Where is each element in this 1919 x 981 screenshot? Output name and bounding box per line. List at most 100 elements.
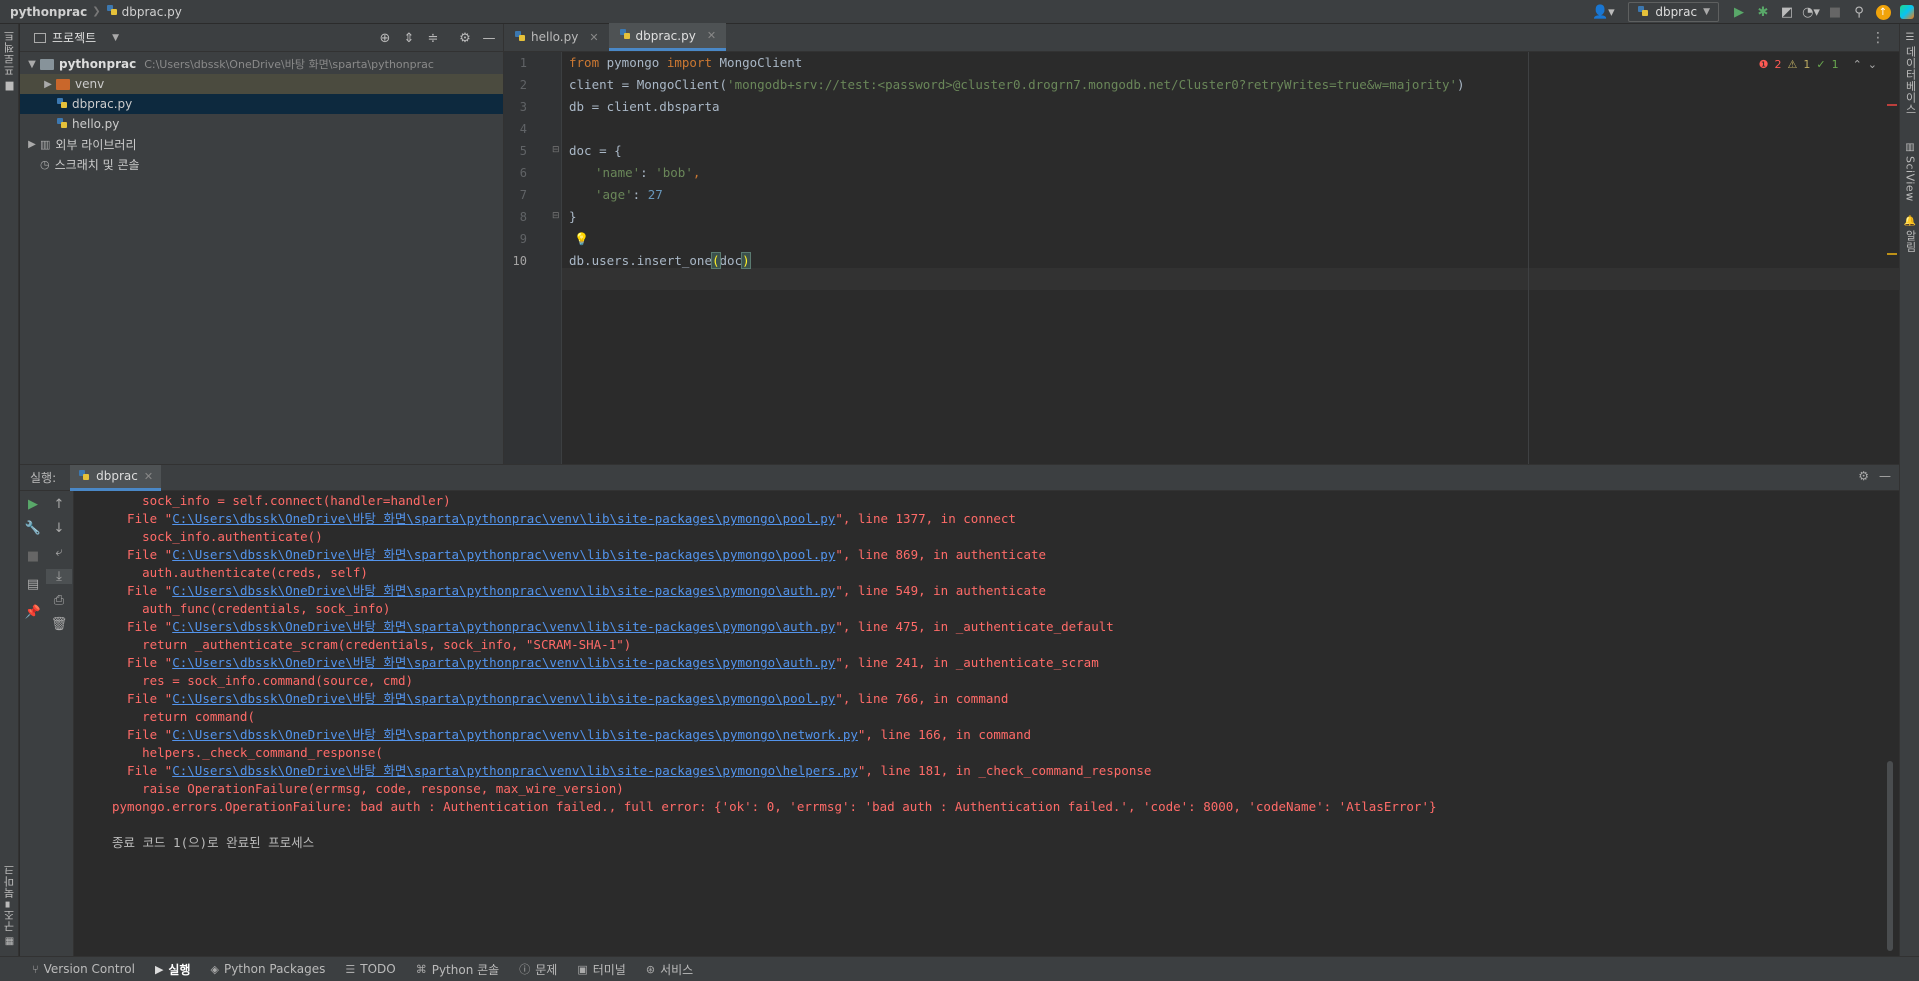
update-icon[interactable]: ↑ — [1871, 0, 1895, 24]
folder-icon: ▆ — [5, 80, 14, 91]
fold-icon[interactable]: ⊟ — [552, 145, 560, 155]
editor-scrollbar[interactable] — [1885, 52, 1899, 464]
console-exit-line: 종료 코드 1(으)로 완료된 프로세스 — [112, 835, 315, 850]
run-config-selector[interactable]: dbprac ▼ — [1628, 2, 1719, 22]
tree-item-scratches[interactable]: ◷ 스크래치 및 콘솔 — [20, 154, 503, 174]
library-icon: ▥ — [40, 137, 51, 151]
python-packages-button[interactable]: ◈ Python Packages — [211, 962, 326, 976]
chevron-right-icon[interactable]: ▶ — [40, 79, 56, 90]
pin-icon[interactable]: 📌 — [20, 605, 46, 620]
close-icon[interactable]: ✕ — [707, 29, 716, 42]
structure-tool-tab[interactable]: 구조 ▦ — [0, 909, 19, 947]
file-link[interactable]: C:\Users\dbssk\OneDrive\바탕 화면\sparta\pyt… — [172, 763, 858, 778]
file-link[interactable]: C:\Users\dbssk\OneDrive\바탕 화면\sparta\pyt… — [172, 655, 835, 670]
version-control-button[interactable]: ⑂ Version Control — [32, 962, 135, 976]
line-number: 1 — [519, 56, 527, 70]
soft-wrap-icon[interactable]: ⤶ — [46, 545, 72, 560]
tab-dbprac-py[interactable]: dbprac.py ✕ — [608, 23, 727, 51]
lightbulb-icon[interactable]: 💡 — [574, 232, 589, 246]
project-panel-title[interactable]: 프로젝트 — [52, 29, 96, 46]
expand-all-icon[interactable]: ⇕ — [399, 28, 419, 48]
python-console-button[interactable]: ⌘ Python 콘솔 — [416, 961, 500, 978]
problems-button[interactable]: ⓘ 문제 — [519, 961, 557, 978]
collapse-all-icon[interactable]: ≑ — [423, 28, 443, 48]
layout-icon[interactable]: ▤ — [20, 577, 46, 592]
gear-icon[interactable]: ⚙ — [1858, 469, 1869, 483]
services-button[interactable]: ⊛ 서비스 — [646, 961, 693, 978]
profile-icon[interactable]: ◔▾ — [1799, 0, 1823, 24]
notifications-tool-tab[interactable]: 🔔 알림 — [1900, 216, 1919, 253]
chevron-down-icon[interactable]: ⌄ — [1868, 58, 1877, 71]
minimize-icon[interactable]: — — [479, 28, 499, 48]
file-link[interactable]: C:\Users\dbssk\OneDrive\바탕 화면\sparta\pyt… — [172, 619, 835, 634]
rerun-icon[interactable]: ▶ — [20, 497, 46, 512]
warning-marker[interactable] — [1887, 253, 1897, 255]
code-line-3: db = client.dbsparta — [569, 99, 720, 114]
print-icon[interactable]: ⎙ — [46, 593, 72, 608]
run-tool-button[interactable]: ▶ 실행 — [155, 961, 191, 978]
code-line-9: 💡 — [574, 228, 589, 250]
arrow-up-icon[interactable]: ↑ — [46, 497, 72, 512]
chevron-up-icon[interactable]: ⌃ — [1853, 58, 1862, 71]
run-icon[interactable]: ▶ — [1727, 0, 1751, 24]
database-tool-tab[interactable]: ☰ 데이터베이스 — [1900, 32, 1919, 115]
project-tool-tab[interactable]: 프로젝트 ▆ — [0, 30, 19, 91]
tree-item-dbprac[interactable]: dbprac.py — [20, 94, 503, 114]
top-toolbar: 👤▾ dbprac ▼ ▶ ✱ ◩ ◔▾ ■ ⚲ ↑ — [1586, 0, 1919, 24]
chevron-down-icon[interactable]: ▼ — [24, 59, 40, 70]
terminal-button[interactable]: ▣ 터미널 — [577, 961, 626, 978]
debug-icon[interactable]: ✱ — [1751, 0, 1775, 24]
tree-item-venv[interactable]: ▶ venv — [20, 74, 503, 94]
file-link[interactable]: C:\Users\dbssk\OneDrive\바탕 화면\sparta\pyt… — [172, 691, 835, 706]
jetbrains-logo-icon[interactable] — [1895, 0, 1919, 24]
gear-icon[interactable]: ⚙ — [455, 28, 475, 48]
bookmarks-tool-tab[interactable]: 북마크 ▘ — [0, 864, 19, 914]
console-output[interactable]: sock_info = self.connect(handler=handler… — [74, 491, 1899, 957]
chevron-down-icon[interactable]: ▼ — [112, 33, 119, 43]
todo-button[interactable]: ☰ TODO — [345, 962, 395, 976]
chevron-right-icon[interactable]: ▶ — [24, 139, 40, 150]
stop-icon[interactable]: ■ — [20, 549, 46, 564]
run-tab-dbprac[interactable]: dbprac ✕ — [70, 464, 162, 491]
coverage-icon[interactable]: ◩ — [1775, 0, 1799, 24]
console-text: ", line 1377, in connect — [835, 511, 1016, 526]
trash-icon[interactable]: 🗑 — [46, 617, 72, 632]
python-packages-label: Python Packages — [223, 962, 326, 976]
more-options-icon[interactable]: ⋮ — [1871, 30, 1885, 46]
folder-icon — [40, 58, 54, 70]
sciview-tool-tab[interactable]: ▥ SciView — [1900, 142, 1919, 202]
code-token: import — [666, 55, 712, 70]
inspection-widget[interactable]: ❶ 2 ⚠ 1 ✓ 1 ⌃ ⌄ — [1759, 58, 1877, 71]
console-line: File "C:\Users\dbssk\OneDrive\바탕 화면\spar… — [112, 546, 1046, 564]
wrench-icon[interactable]: 🔧 — [20, 521, 46, 536]
console-text: File " — [112, 547, 173, 562]
minimize-icon[interactable]: — — [1879, 469, 1891, 483]
close-icon[interactable]: ✕ — [144, 470, 153, 483]
console-line: res = sock_info.command(source, cmd) — [112, 673, 414, 688]
locate-icon[interactable]: ⊕ — [375, 28, 395, 48]
tab-hello-py[interactable]: hello.py ✕ — [504, 23, 609, 51]
python-console-icon: ⌘ — [415, 962, 427, 976]
file-link[interactable]: C:\Users\dbssk\OneDrive\바탕 화면\sparta\pyt… — [172, 583, 835, 598]
close-icon[interactable]: ✕ — [589, 31, 598, 44]
user-icon[interactable]: 👤▾ — [1586, 0, 1620, 24]
scroll-to-end-icon[interactable]: ⤓ — [46, 569, 72, 584]
run-icon: ▶ — [154, 962, 164, 976]
tree-item-root[interactable]: ▼ pythonprac C:\Users\dbssk\OneDrive\바탕 … — [20, 54, 503, 74]
arrow-down-icon[interactable]: ↓ — [46, 521, 72, 536]
breadcrumb-file[interactable]: dbprac.py — [122, 5, 182, 19]
breadcrumb-project[interactable]: pythonprac — [10, 5, 87, 19]
python-file-icon — [619, 28, 631, 43]
tree-item-hello[interactable]: hello.py — [20, 114, 503, 134]
fold-icon[interactable]: ⊟ — [552, 211, 560, 221]
error-marker[interactable] — [1887, 104, 1897, 106]
file-link[interactable]: C:\Users\dbssk\OneDrive\바탕 화면\sparta\pyt… — [172, 511, 835, 526]
console-scrollbar[interactable] — [1887, 761, 1893, 951]
code-area[interactable]: from pymongo import MongoClient client =… — [562, 52, 1900, 464]
folder-icon — [56, 78, 70, 90]
tree-item-external-libraries[interactable]: ▶ ▥ 외부 라이브러리 — [20, 134, 503, 154]
file-link[interactable]: C:\Users\dbssk\OneDrive\바탕 화면\sparta\pyt… — [172, 547, 835, 562]
stop-icon[interactable]: ■ — [1823, 0, 1847, 24]
search-icon[interactable]: ⚲ — [1847, 0, 1871, 24]
file-link[interactable]: C:\Users\dbssk\OneDrive\바탕 화면\sparta\pyt… — [172, 727, 858, 742]
